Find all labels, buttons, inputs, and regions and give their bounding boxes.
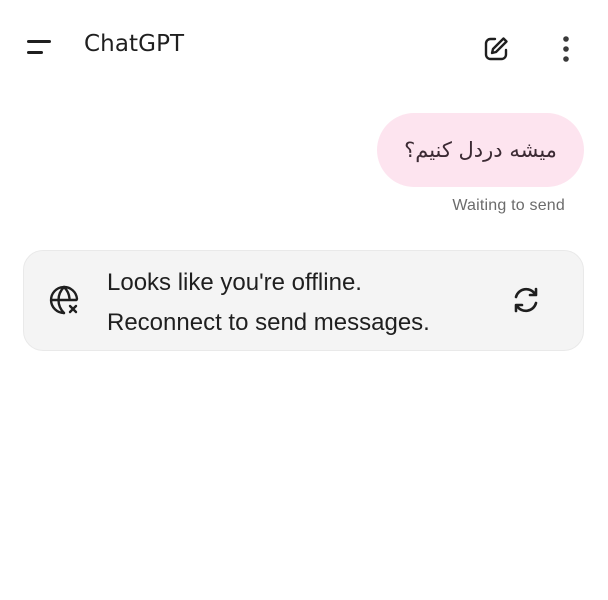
message-status: Waiting to send	[452, 197, 565, 214]
user-message-bubble[interactable]: میشه دردل کنیم؟	[377, 113, 584, 187]
new-chat-button[interactable]	[474, 27, 518, 71]
retry-button[interactable]	[505, 279, 547, 321]
chat-screen: ChatGPT میشه دردل کنیم؟ Waiting to send	[0, 0, 608, 600]
offline-message: Looks like you're offline. Reconnect to …	[107, 263, 430, 343]
more-options-button[interactable]	[546, 27, 586, 71]
offline-line-1: Looks like you're offline.	[107, 269, 362, 296]
offline-notice-card: Looks like you're offline. Reconnect to …	[23, 250, 584, 351]
new-chat-edit-icon	[484, 37, 508, 61]
more-vertical-icon	[563, 36, 569, 62]
offline-line-2: Reconnect to send messages.	[107, 309, 430, 336]
user-message-text: میشه دردل کنیم؟	[404, 138, 557, 162]
menu-button[interactable]	[18, 28, 62, 68]
app-title: ChatGPT	[84, 31, 185, 57]
menu-icon	[27, 40, 51, 54]
app-header: ChatGPT	[0, 0, 608, 95]
globe-offline-icon	[49, 285, 79, 315]
refresh-icon	[514, 287, 538, 313]
